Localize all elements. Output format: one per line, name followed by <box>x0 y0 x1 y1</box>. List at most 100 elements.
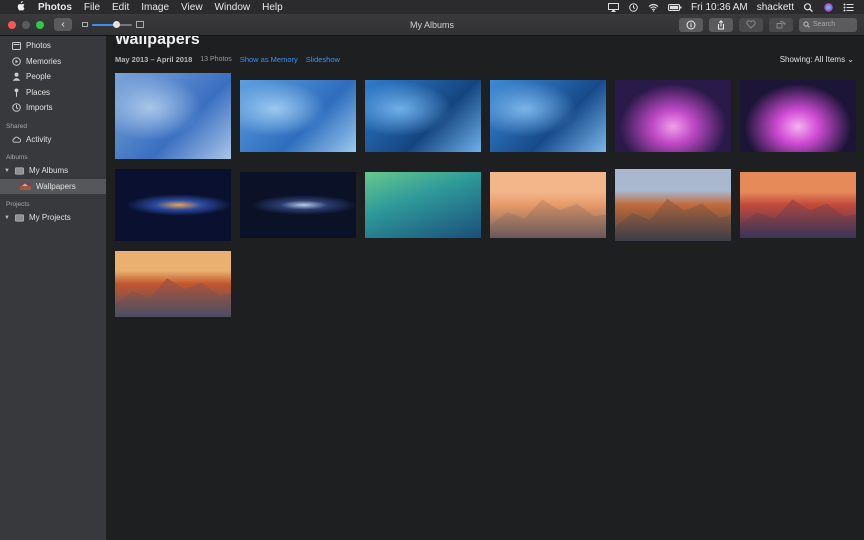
sidebar-item-label: My Projects <box>29 213 71 223</box>
sidebar-item-label: Memories <box>26 56 62 66</box>
search-field[interactable]: Search <box>799 17 857 32</box>
sidebar-item-label: Activity <box>26 134 52 144</box>
spotlight-icon[interactable] <box>803 2 814 12</box>
show-as-memory-link[interactable]: Show as Memory <box>240 55 298 64</box>
photo-thumbnail-sierra-wallpaper[interactable] <box>740 172 856 238</box>
search-icon <box>803 21 810 28</box>
zoom-knob[interactable] <box>112 20 120 28</box>
zoom-slider[interactable] <box>82 20 144 28</box>
photo-thumbnail-galaxy-blue-wallpaper[interactable] <box>240 172 356 238</box>
menu-help[interactable]: Help <box>262 2 283 13</box>
battery-icon[interactable] <box>668 3 682 12</box>
photo-thumbnail-high-sierra-wallpaper[interactable] <box>115 251 231 317</box>
photo-thumbnail-yosemite-wallpaper[interactable] <box>490 172 606 238</box>
apple-menu-icon[interactable] <box>12 0 28 14</box>
photo-thumbnail-el-capitan-wallpaper[interactable] <box>615 169 731 241</box>
window-controls <box>8 20 44 29</box>
sidebar-item-label: People <box>26 72 51 82</box>
mountain-silhouette <box>490 199 606 238</box>
sidebar-item-photos[interactable]: Photos <box>0 38 106 54</box>
showing-label: Showing: <box>779 55 813 64</box>
menu-bar: Photos File Edit Image View Window Help … <box>0 0 864 14</box>
menu-image[interactable]: Image <box>141 2 169 13</box>
photos-icon <box>12 41 21 50</box>
chevron-left-icon: ‹ <box>61 19 65 30</box>
menu-file[interactable]: File <box>84 2 100 13</box>
rotate-button[interactable] <box>769 17 793 32</box>
sidebar-item-people[interactable]: People <box>0 69 106 85</box>
menu-edit[interactable]: Edit <box>112 2 129 13</box>
mountain-silhouette <box>740 199 856 238</box>
sidebar-item-places[interactable]: Places <box>0 85 106 101</box>
sidebar-item-my-projects[interactable]: ▼ My Projects <box>0 210 106 226</box>
menu-app-name[interactable]: Photos <box>38 2 72 13</box>
sidebar-item-imports[interactable]: Imports <box>0 100 106 116</box>
photo-thumbnail-aurora-purple-wallpaper[interactable] <box>615 80 731 152</box>
info-button[interactable] <box>679 17 703 32</box>
disclosure-triangle-icon[interactable]: ▼ <box>4 215 10 221</box>
albums-heading: Albums <box>6 154 28 161</box>
share-icon <box>718 19 724 29</box>
sidebar-item-label: Places <box>26 87 51 97</box>
back-button[interactable]: ‹ <box>54 18 72 31</box>
wifi-icon[interactable] <box>648 3 659 12</box>
siri-icon[interactable] <box>823 2 834 12</box>
menu-clock[interactable]: Fri 10:36 AM <box>691 2 748 13</box>
close-button[interactable] <box>8 20 16 29</box>
sidebar-item-label: Wallpapers <box>36 181 76 191</box>
showing-filter[interactable]: Showing: All Items ⌄ <box>780 55 854 64</box>
page-title: Wallpapers <box>115 36 200 48</box>
chevron-down-icon: ⌄ <box>847 55 854 64</box>
folder-icon <box>15 214 24 222</box>
menu-user[interactable]: shackett <box>757 2 794 13</box>
search-placeholder: Search <box>813 21 836 28</box>
sidebar-item-memories[interactable]: Memories <box>0 54 106 70</box>
shared-heading: Shared <box>6 122 27 130</box>
share-button[interactable] <box>709 17 733 32</box>
showing-value: All Items <box>814 55 846 64</box>
sidebar-item-label: Photos <box>26 41 51 51</box>
minimize-button[interactable] <box>22 20 30 29</box>
disclosure-triangle-icon[interactable]: ▼ <box>4 168 10 174</box>
sidebar-item-wallpapers[interactable]: Wallpapers <box>0 178 106 194</box>
photo-thumbnail-mavericks-blue-wallpaper[interactable] <box>365 80 481 152</box>
people-icon <box>12 72 21 82</box>
zoom-out-icon <box>82 22 88 27</box>
album-content: Wallpapers May 2013 – April 2018 13 Phot… <box>108 36 864 540</box>
sidebar-item-activity[interactable]: Activity <box>0 132 106 148</box>
album-date-range: May 2013 – April 2018 <box>115 55 193 64</box>
menu-window[interactable]: Window <box>215 2 251 13</box>
zoom-track[interactable] <box>92 20 132 28</box>
airplay-icon[interactable] <box>608 2 620 12</box>
favorite-button[interactable] <box>739 17 763 32</box>
photo-thumbnail-aurora-magenta-wallpaper[interactable] <box>740 80 856 152</box>
time-machine-icon[interactable] <box>628 2 639 12</box>
imports-icon <box>12 103 21 113</box>
photo-count: 13 Photos <box>200 56 232 63</box>
photo-thumbnail-andromeda-galaxy-wallpaper[interactable] <box>115 169 231 241</box>
sidebar: Photos Memories People Places Imports Sh… <box>0 36 107 540</box>
slideshow-link[interactable]: Slideshow <box>306 55 340 64</box>
zoom-in-icon <box>136 21 144 28</box>
projects-heading: Projects <box>6 201 30 208</box>
heart-icon <box>746 20 756 29</box>
album-subtitle: May 2013 – April 2018 13 Photos Show as … <box>115 55 340 64</box>
window-toolbar: ‹ My Albums Search <box>0 14 864 36</box>
mountain-silhouette <box>115 278 231 317</box>
photo-thumbnail-blue-wave-wallpaper[interactable] <box>490 80 606 152</box>
folder-icon <box>15 167 24 175</box>
photo-thumbnail-mavericks-wave-wallpaper[interactable] <box>365 172 481 238</box>
sidebar-item-my-albums[interactable]: ▼ My Albums <box>0 163 106 179</box>
info-icon <box>686 20 696 29</box>
photo-thumbnail-mountain-lion-wallpaper[interactable] <box>115 73 231 159</box>
mountain-silhouette <box>615 198 731 241</box>
sidebar-item-label: My Albums <box>29 166 69 176</box>
maximize-button[interactable] <box>36 20 44 29</box>
rotate-icon <box>776 21 786 29</box>
menu-view[interactable]: View <box>181 2 203 13</box>
places-icon <box>12 88 21 97</box>
photo-thumbnail-lion-wallpaper[interactable] <box>240 80 356 152</box>
notification-center-icon[interactable] <box>843 3 854 12</box>
cloud-icon <box>12 135 21 143</box>
sidebar-item-label: Imports <box>26 103 53 113</box>
